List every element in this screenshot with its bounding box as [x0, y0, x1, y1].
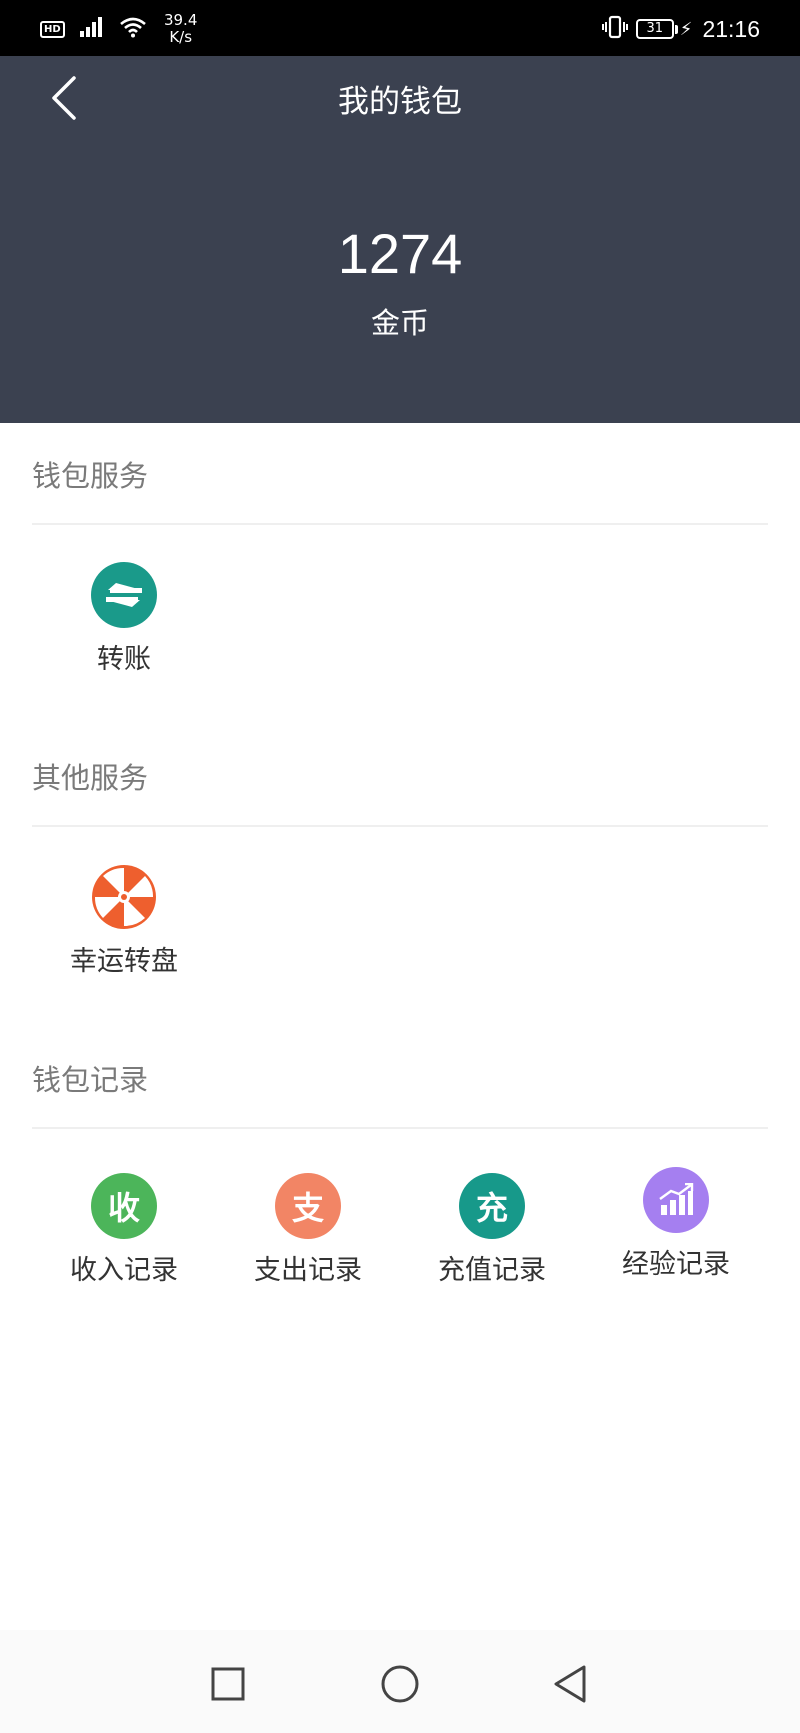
income-records-button[interactable]: 收 收入记录	[32, 1173, 216, 1291]
recent-apps-button[interactable]	[198, 1656, 258, 1716]
network-speed-unit: K/s	[169, 28, 193, 46]
coin-unit: 金币	[370, 306, 429, 340]
divider	[32, 1127, 768, 1129]
expense-records-label: 支出记录	[254, 1255, 362, 1286]
lucky-wheel-label: 幸运转盘	[70, 946, 178, 977]
battery-icon: 31 ⚡	[635, 18, 693, 40]
status-bar: HD 39.4 K/s 31 ⚡ 21:16	[0, 0, 800, 56]
vibrate-icon	[601, 15, 628, 43]
wifi-icon	[119, 16, 147, 42]
income-records-label: 收入记录	[70, 1255, 178, 1286]
recharge-records-button[interactable]: 充 充值记录	[400, 1173, 584, 1291]
transfer-icon	[91, 562, 157, 628]
page-title: 我的钱包	[338, 84, 462, 120]
system-nav-bar	[0, 1630, 800, 1733]
clock: 21:16	[702, 15, 760, 42]
income-icon: 收	[91, 1173, 157, 1239]
back-icon	[552, 1664, 588, 1708]
expense-records-button[interactable]: 支 支出记录	[216, 1173, 400, 1291]
other-services-title: 其他服务	[32, 761, 149, 795]
coin-balance: 1274	[337, 222, 463, 285]
recharge-icon: 充	[459, 1173, 525, 1239]
divider	[32, 523, 768, 525]
charging-icon: ⚡	[679, 18, 693, 40]
recharge-records-label: 充值记录	[438, 1255, 546, 1286]
home-icon	[381, 1665, 419, 1707]
experience-chart-icon	[643, 1167, 709, 1233]
experience-records-button[interactable]: 经验记录	[584, 1167, 768, 1285]
hd-badge: HD	[40, 20, 65, 38]
status-left: HD 39.4 K/s	[40, 12, 201, 46]
nav-back-button[interactable]	[540, 1656, 600, 1716]
lucky-wheel-icon	[91, 864, 157, 930]
wallet-records-title: 钱包记录	[32, 1063, 149, 1097]
status-right: 31 ⚡ 21:16	[601, 12, 760, 46]
lucky-wheel-button[interactable]: 幸运转盘	[32, 864, 216, 982]
wallet-services-title: 钱包服务	[32, 459, 149, 493]
recent-apps-icon	[211, 1667, 245, 1705]
transfer-button[interactable]: 转账	[32, 562, 216, 680]
divider	[32, 825, 768, 827]
experience-records-label: 经验记录	[622, 1249, 730, 1280]
transfer-label: 转账	[97, 644, 151, 675]
network-speed: 39.4 K/s	[161, 12, 201, 46]
signal-icon	[79, 16, 105, 42]
battery-level: 31	[635, 19, 674, 39]
home-button[interactable]	[370, 1656, 430, 1716]
network-speed-value: 39.4	[163, 11, 198, 29]
expense-icon: 支	[275, 1173, 341, 1239]
wallet-header: 我的钱包 1274 金币	[0, 56, 800, 423]
